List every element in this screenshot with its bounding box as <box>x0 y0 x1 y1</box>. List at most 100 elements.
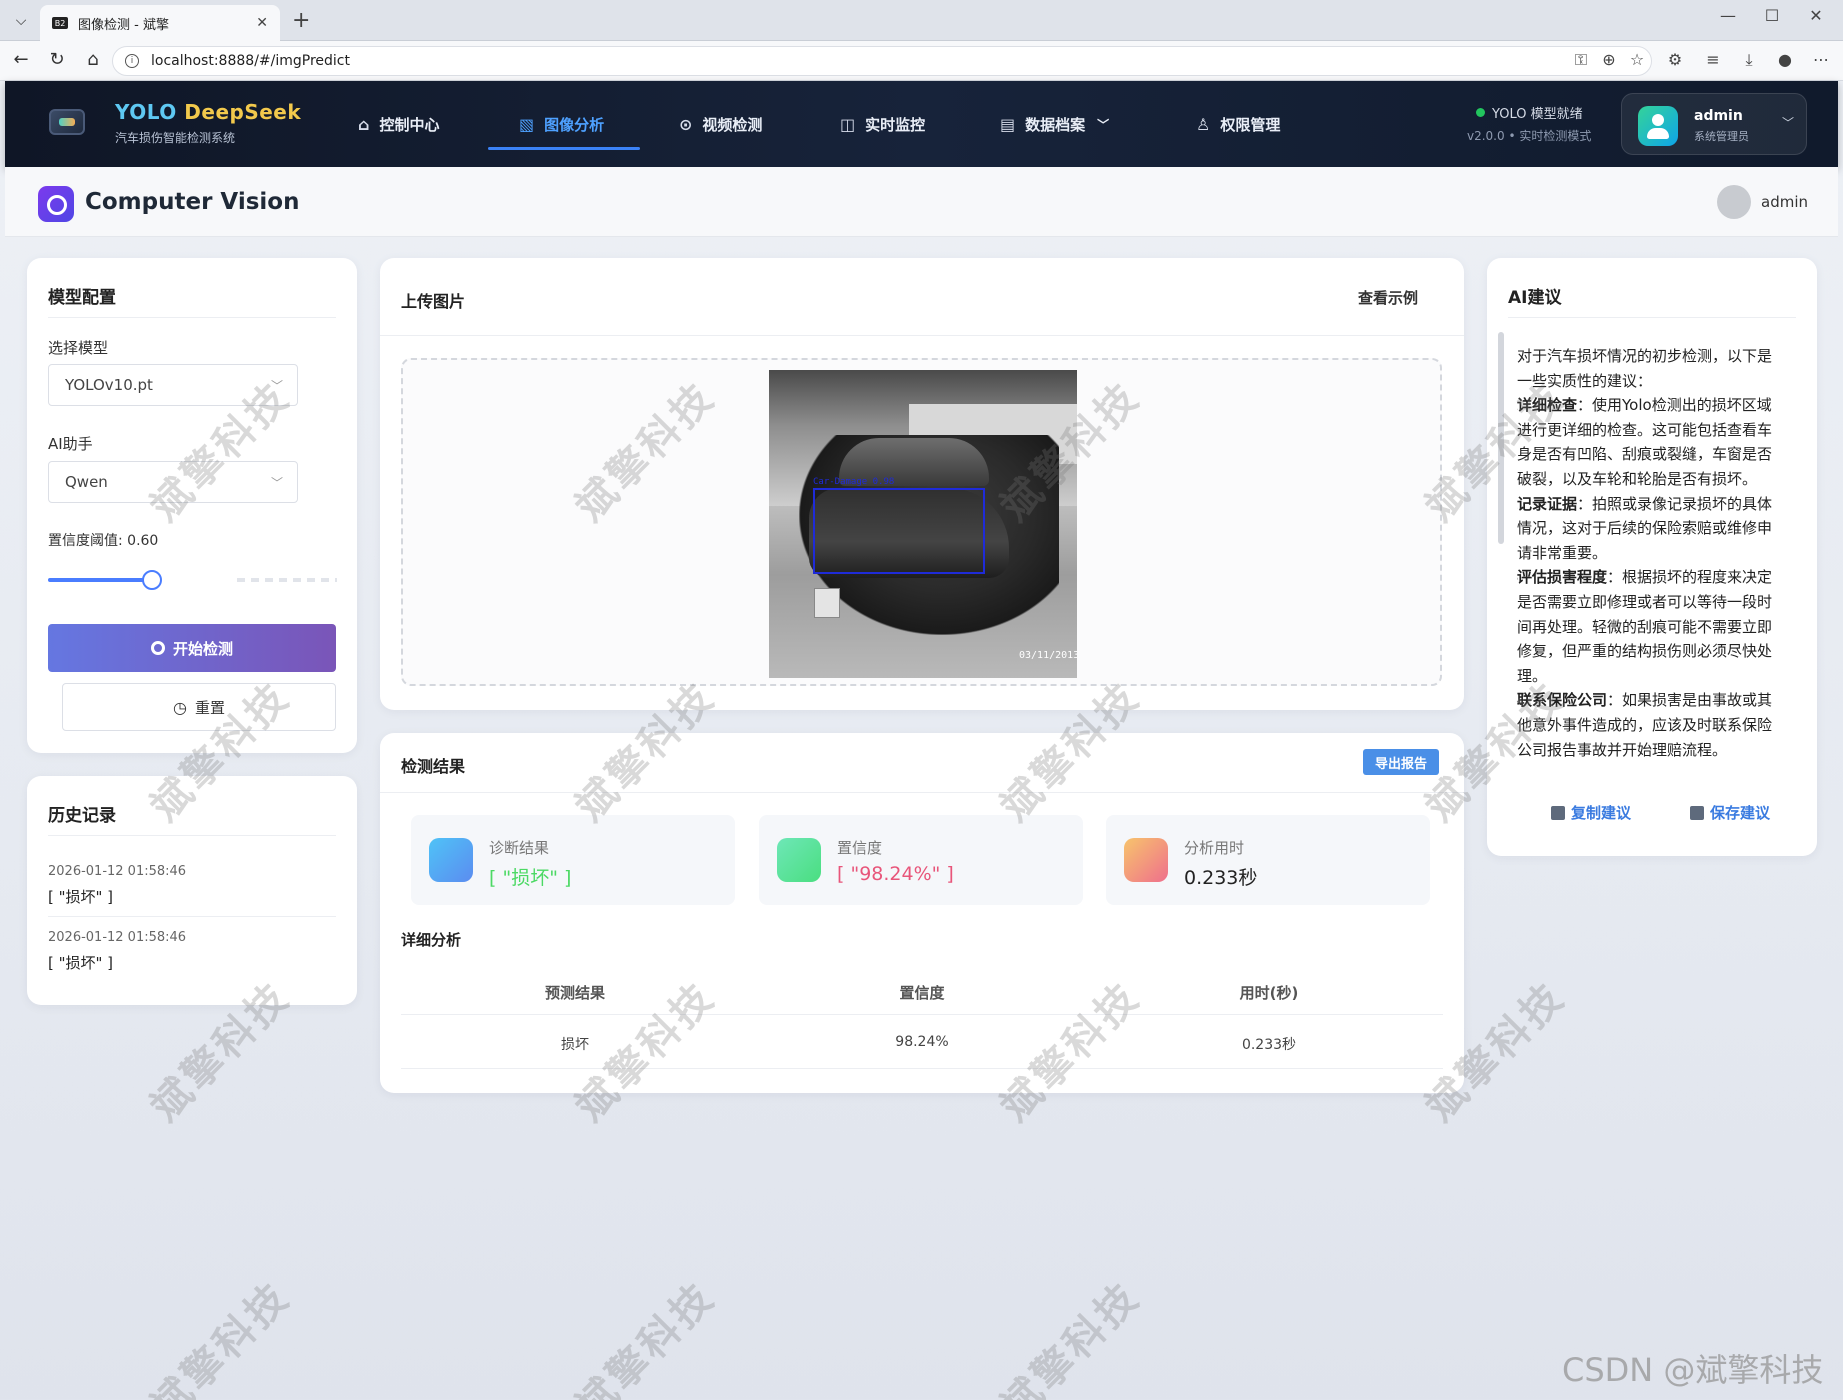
version-text: v2.0.0 • 实时检测模式 <box>1467 129 1592 143</box>
tab-list-dropdown-icon[interactable]: ⌵ <box>8 8 34 34</box>
browser-tab-active[interactable]: B2 图像检测 - 斌擎 ✕ <box>40 5 280 41</box>
favorites-icon[interactable]: ≡ <box>1700 50 1726 69</box>
user-avatar-icon <box>1638 106 1678 146</box>
divider <box>48 317 336 318</box>
model-label: 选择模型 <box>48 339 109 357</box>
history-item-value[interactable]: [ "损坏" ] <box>48 952 113 973</box>
stat-label: 置信度 <box>837 839 883 857</box>
brand-logo-icon <box>49 109 85 135</box>
address-bar: ← ↻ ⌂ i localhost:8888/#/imgPredict ⚿ ⊕ … <box>0 41 1843 81</box>
image-upload-dropzone[interactable]: Car-Damage 0.98 03/11/2013 <box>401 358 1442 686</box>
download-icon[interactable]: ⤓ <box>1736 50 1762 70</box>
model-select[interactable]: YOLOv10.pt ﹀ <box>48 364 298 406</box>
nav-realtime-monitor[interactable]: ◫ 实时监控 <box>840 81 925 167</box>
divider <box>48 835 336 836</box>
table-cell: 损坏 <box>561 1037 589 1053</box>
home-browser-icon[interactable]: ⌂ <box>80 49 106 70</box>
history-item-time: 2026-01-12 01:58:46 <box>48 930 187 945</box>
model-status: YOLO 模型就绪 <box>1476 103 1583 122</box>
copy-suggestion-button[interactable]: 复制建议 <box>1551 802 1631 823</box>
stat-value: 0.233秒 <box>1184 867 1258 889</box>
export-report-button[interactable]: 导出报告 <box>1363 749 1440 775</box>
ai-suggestion-text: 对于汽车损坏情况的初步检测，以下是一些实质性的建议： 1.详细检查：使用Yolo… <box>1517 347 1773 759</box>
save-suggestion-button[interactable]: 保存建议 <box>1690 802 1770 823</box>
nav-dashboard[interactable]: ⌂ 控制中心 <box>358 81 439 167</box>
watermark: 斌擎科技 <box>992 1273 1150 1400</box>
nav-video-detection[interactable]: ⊙ 视频检测 <box>679 81 762 167</box>
start-detection-button[interactable]: 开始检测 <box>48 624 336 672</box>
model-config-card: 模型配置 选择模型 YOLOv10.pt ﹀ AI助手 Qwen ﹀ 置信度阈值… <box>27 258 357 753</box>
card-title: AI建议 <box>1508 288 1562 308</box>
card-title: 历史记录 <box>48 806 116 826</box>
image-icon: ▧ <box>519 114 535 134</box>
photo-date-stamp: 03/11/2013 <box>1019 650 1077 661</box>
user-icon: ♙ <box>1196 114 1211 134</box>
assistant-select[interactable]: Qwen ﹀ <box>48 461 298 503</box>
avatar[interactable] <box>1717 185 1751 219</box>
user-name: admin <box>1694 108 1743 124</box>
table-cell: 98.24% <box>895 1034 949 1050</box>
nav-data-archive[interactable]: ▤ 数据档案 ﹀ <box>1000 81 1109 167</box>
timer-icon <box>1124 838 1168 882</box>
brand-title: YOLO DeepSeek <box>115 100 302 124</box>
table-header: 预测结果 <box>544 984 605 1002</box>
chevron-down-icon: ﹀ <box>270 379 283 393</box>
divider <box>1508 317 1796 318</box>
confidence-icon <box>777 838 821 882</box>
profile-icon[interactable]: ● <box>1772 50 1798 69</box>
divider <box>48 916 336 917</box>
nav-image-analysis[interactable]: ▧ 图像分析 <box>519 81 604 167</box>
stat-label: 分析用时 <box>1184 839 1245 857</box>
minimize-icon[interactable]: — <box>1708 6 1748 25</box>
tab-close-icon[interactable]: ✕ <box>256 15 268 31</box>
chevron-down-icon: ﹀ <box>1097 117 1110 132</box>
key-icon[interactable]: ⚿ <box>1568 50 1594 70</box>
url-field[interactable]: i localhost:8888/#/imgPredict <box>112 46 1652 76</box>
chevron-down-icon: ﹀ <box>1782 116 1795 130</box>
nav-active-indicator <box>488 147 640 150</box>
page-title: Computer Vision <box>85 189 300 215</box>
browser-tabstrip: ⌵ B2 图像检测 - 斌擎 ✕ + — ☐ ✕ <box>0 0 1843 41</box>
more-menu-icon[interactable]: ⋯ <box>1808 50 1834 69</box>
threshold-label: 置信度阈值: 0.60 <box>48 533 159 549</box>
threshold-slider-fill <box>48 578 153 582</box>
uploaded-image: Car-Damage 0.98 03/11/2013 <box>769 370 1077 678</box>
reload-icon[interactable]: ↻ <box>44 49 70 70</box>
detection-bounding-box <box>813 488 985 574</box>
card-title: 模型配置 <box>48 288 116 308</box>
site-info-icon[interactable]: i <box>125 54 139 68</box>
results-card: 检测结果 导出报告 诊断结果 [ "损坏" ] 置信度 [ "98.24%" ]… <box>380 733 1464 1093</box>
view-example-link[interactable]: 查看示例 <box>1358 287 1418 308</box>
diagnosis-icon <box>429 838 473 882</box>
maximize-icon[interactable]: ☐ <box>1752 6 1792 25</box>
ai-text-scrollbar[interactable] <box>1498 332 1504 544</box>
history-item-value[interactable]: [ "损坏" ] <box>48 886 113 907</box>
play-circle-icon: ⊙ <box>679 114 693 134</box>
new-tab-icon[interactable]: + <box>292 8 310 33</box>
user-menu[interactable]: admin 系统管理员 ﹀ <box>1621 93 1807 155</box>
save-icon <box>1690 805 1704 820</box>
subheader-username[interactable]: admin <box>1761 193 1808 211</box>
table-cell: 0.233秒 <box>1241 1037 1297 1053</box>
star-icon[interactable]: ☆ <box>1624 50 1650 69</box>
stat-value: [ "98.24%" ] <box>837 863 954 885</box>
reset-icon: ◷ <box>173 697 187 717</box>
detection-label: Car-Damage 0.98 <box>813 477 895 487</box>
document-icon: ▤ <box>1000 114 1016 134</box>
threshold-slider-track[interactable] <box>237 578 337 582</box>
threshold-slider-handle[interactable] <box>142 570 163 590</box>
divider <box>401 1014 1443 1015</box>
divider <box>380 792 1464 793</box>
nav-permissions[interactable]: ♙ 权限管理 <box>1196 81 1280 167</box>
upload-card: 上传图片 查看示例 Car-Damage 0.98 03/11/2013 <box>380 258 1464 710</box>
extensions-icon[interactable]: ⚙ <box>1662 50 1688 69</box>
back-icon[interactable]: ← <box>8 49 34 70</box>
page-subheader: Computer Vision admin <box>5 167 1838 237</box>
watermark: 斌擎科技 <box>142 1273 300 1400</box>
zoom-icon[interactable]: ⊕ <box>1596 50 1622 69</box>
reset-button[interactable]: ◷ 重置 <box>62 683 336 731</box>
favicon-icon: B2 <box>52 17 68 29</box>
stat-value: [ "损坏" ] <box>489 867 572 889</box>
status-dot-icon <box>1476 108 1485 117</box>
window-close-icon[interactable]: ✕ <box>1796 6 1836 25</box>
